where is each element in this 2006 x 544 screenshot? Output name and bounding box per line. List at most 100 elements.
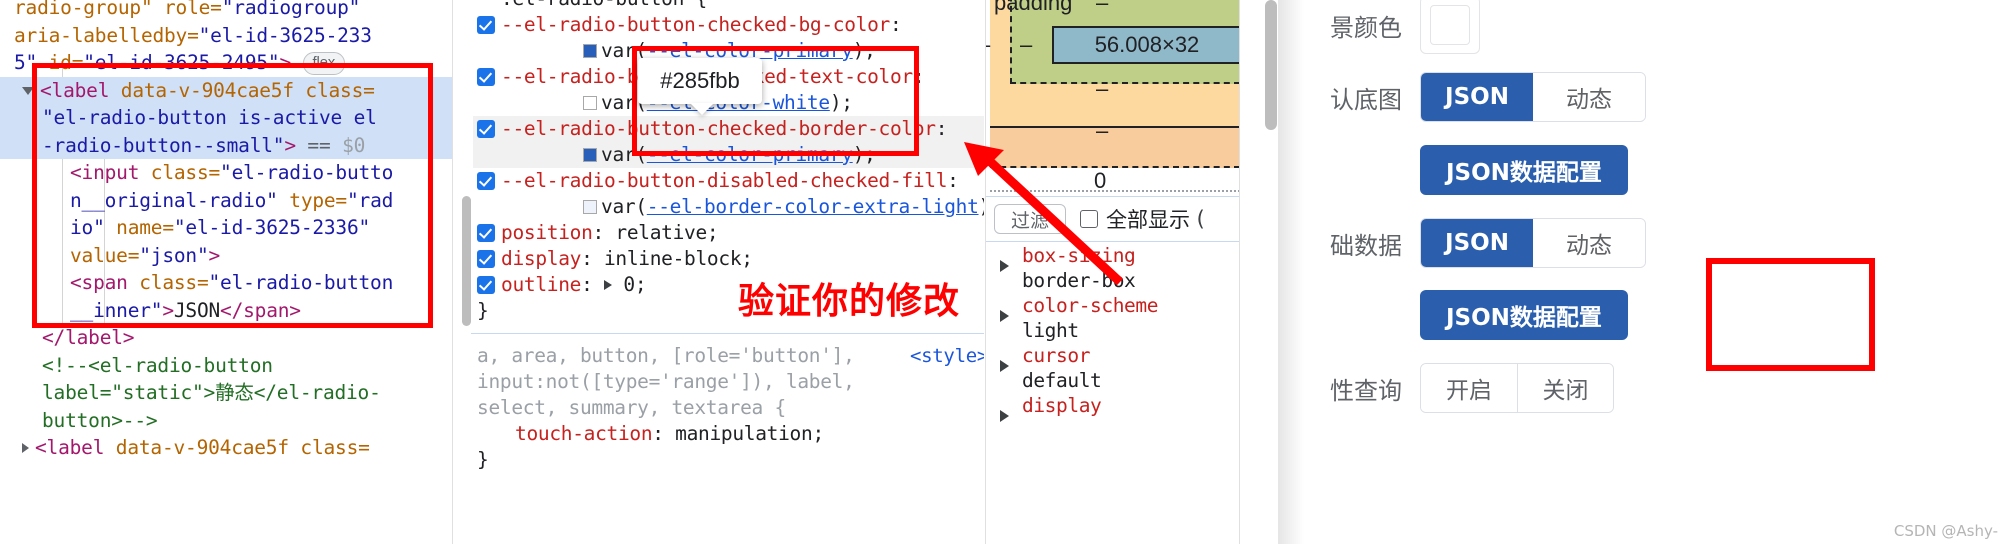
segment-dynamic[interactable]: 动态 <box>1533 219 1645 267</box>
css-declaration-line[interactable]: } <box>473 447 984 473</box>
color-swatch-icon[interactable] <box>583 96 597 110</box>
app-settings-panel[interactable]: 景颜色 认底图 JSON 动态 JSON数据配置 础数据 JSON 动态 JSO… <box>1240 0 2006 544</box>
segment-json[interactable]: JSON <box>1421 219 1533 267</box>
css-declaration-line[interactable]: display: inline-block; <box>473 246 984 272</box>
computed-styles-panel[interactable]: 56.008×32 padding – – – – – – 0 过滤 全部显示 … <box>986 0 1239 544</box>
segmented-control-basemap[interactable]: JSON 动态 <box>1420 72 1646 122</box>
declaration-checkbox[interactable] <box>477 276 495 294</box>
dom-tree-line[interactable]: button>--> <box>0 407 452 435</box>
css-declaration-line[interactable]: select, summary, textarea { <box>473 395 984 421</box>
dom-token: class= <box>139 161 221 184</box>
tooltip-color-value: #285fbb <box>660 68 740 93</box>
dom-tree-panel[interactable]: radio-group" role="radiogroup" aria-label… <box>0 0 452 544</box>
css-declaration-line[interactable]: --el-radio-button-disabled-checked-fill: <box>473 168 984 194</box>
chevron-right-icon[interactable] <box>1000 360 1009 372</box>
rule-divider <box>471 333 984 334</box>
css-declaration-line[interactable]: var(--el-color-primary); <box>473 142 984 168</box>
declaration-checkbox[interactable] <box>477 120 495 138</box>
dom-tree-line[interactable]: n__original-radio" type="rad <box>0 187 452 215</box>
json-data-config-button[interactable]: JSON数据配置 <box>1420 290 1628 340</box>
css-declaration-line[interactable]: .el-radio-button { <box>473 0 984 12</box>
expander-icon[interactable] <box>603 280 612 290</box>
declaration-checkbox[interactable] <box>477 68 495 86</box>
filter-trailing-text: ( <box>1194 207 1207 231</box>
dom-tree-line[interactable]: label="static">静态</el-radio- <box>0 379 452 407</box>
chevron-right-icon[interactable] <box>1000 410 1009 422</box>
box-model-diagram[interactable]: 56.008×32 padding – – – – – – 0 <box>986 0 1239 196</box>
color-swatch-icon[interactable] <box>583 200 597 214</box>
style-source-link[interactable]: <style> <box>910 343 984 369</box>
dom-token: > <box>208 243 221 267</box>
segment-dynamic[interactable]: 动态 <box>1533 73 1645 121</box>
dom-token: label="static">静态</el-radio- <box>42 381 381 404</box>
show-all-toggle[interactable]: 全部显示 <box>1080 204 1190 234</box>
declaration-checkbox[interactable] <box>477 16 495 34</box>
flex-badge[interactable]: flex <box>302 52 346 75</box>
computed-property-row[interactable]: color-scheme light <box>986 293 1239 343</box>
form-row-basemap-json-config: JSON数据配置 <box>1286 145 1986 195</box>
color-swatch-icon[interactable] <box>583 44 597 58</box>
app-scrollbar[interactable] <box>1265 0 1277 130</box>
color-swatch-icon[interactable] <box>583 148 597 162</box>
chevron-right-icon[interactable] <box>1000 260 1009 272</box>
dom-token: JSON <box>173 298 221 322</box>
declaration-checkbox[interactable] <box>477 172 495 190</box>
dom-tree-line[interactable]: -radio-button--small"> == $0 <box>0 131 452 159</box>
json-data-config-button[interactable]: JSON数据配置 <box>1420 145 1628 195</box>
css-variable-link[interactable]: --el-color-primary <box>647 143 853 166</box>
segmented-control-base-data[interactable]: JSON 动态 <box>1420 218 1646 268</box>
color-value-tooltip: #285fbb <box>638 58 762 115</box>
segmented-control-attribute-query[interactable]: 开启 关闭 <box>1420 363 1614 413</box>
dom-tree-line[interactable]: 5" id="el-id-3625-2495"> flex <box>0 49 452 77</box>
declaration-checkbox[interactable] <box>477 224 495 242</box>
dom-tree-line[interactable]: value="json"> <box>0 242 452 270</box>
segment-disable[interactable]: 关闭 <box>1517 364 1613 412</box>
form-row-default-basemap: 认底图 JSON 动态 <box>1286 72 1986 122</box>
computed-property-value: light <box>1022 319 1079 342</box>
dom-tree-line[interactable]: __inner">JSON</span> <box>0 297 452 325</box>
dom-token: 5" <box>14 51 38 74</box>
dom-tree-line[interactable]: <label data-v-904cae5f class= <box>0 434 452 462</box>
box-model-border-edge <box>990 126 1239 128</box>
computed-property-row[interactable]: cursor default <box>986 343 1239 393</box>
css-declaration-line[interactable]: input:not([type='range']), label, <box>473 369 984 395</box>
css-declaration-line[interactable]: a, area, button, [role='button'], <style> <box>473 343 984 369</box>
css-declaration-line[interactable]: --el-radio-button-checked-bg-color: <box>473 12 984 38</box>
declaration-checkbox[interactable] <box>477 250 495 268</box>
chevron-down-icon[interactable] <box>22 86 34 95</box>
css-variable-link[interactable]: --el-border-color-extra-light <box>647 195 979 218</box>
computed-filter-bar[interactable]: 过滤 全部显示 ( <box>986 196 1239 242</box>
dom-tree-line[interactable]: "el-radio-button is-active el <box>0 104 452 132</box>
dom-tree-line[interactable]: radio-group" role="radiogroup" <box>0 0 452 22</box>
css-declaration-line[interactable]: var(--el-border-color-extra-light); <box>473 194 984 220</box>
chevron-right-icon[interactable] <box>22 443 29 453</box>
dom-token: aria-labelledby= <box>14 23 199 47</box>
computed-property-row[interactable]: box-sizing border-box <box>986 243 1239 293</box>
checkbox-icon[interactable] <box>1080 210 1098 228</box>
dom-tree-line[interactable]: </label> <box>0 324 452 352</box>
chevron-right-icon[interactable] <box>1000 310 1009 322</box>
computed-properties-list[interactable]: box-sizing border-box color-scheme light cur… <box>986 243 1239 443</box>
segment-json[interactable]: JSON <box>1421 73 1533 121</box>
dom-tree-line[interactable]: <span class="el-radio-button <box>0 269 452 297</box>
css-declaration-line[interactable]: touch-action: manipulation; <box>473 421 984 447</box>
dom-token: "rad <box>346 188 394 212</box>
dom-token: "el-radio-button is-active el <box>42 106 377 129</box>
color-picker-button[interactable] <box>1420 0 1480 54</box>
computed-property-row[interactable]: display <box>986 393 1239 443</box>
css-declaration-line[interactable]: position: relative; <box>473 220 984 246</box>
dom-token: <!--<el-radio-button <box>42 353 273 377</box>
dom-token: </span> <box>220 298 301 322</box>
dom-tree-line[interactable]: io" name="el-id-3625-2336" <box>0 214 452 242</box>
segment-enable[interactable]: 开启 <box>1421 364 1517 412</box>
filter-input[interactable]: 过滤 <box>994 204 1066 234</box>
box-model-padding-top: – <box>1096 0 1109 15</box>
dom-token: data-v-904cae5f class= <box>104 436 370 459</box>
dom-tree-line[interactable]: <input class="el-radio-butto <box>0 159 452 187</box>
dom-tree-line[interactable]: <!--<el-radio-button <box>0 352 452 380</box>
styles-scrollbar[interactable] <box>462 196 471 326</box>
dom-tree-line[interactable]: aria-labelledby="el-id-3625-233 <box>0 22 452 50</box>
css-declaration-line[interactable]: --el-radio-button-checked-border-color: <box>473 116 984 142</box>
dom-token: <input <box>70 161 140 184</box>
dom-tree-line[interactable]: <label data-v-904cae5f class= <box>0 76 452 104</box>
